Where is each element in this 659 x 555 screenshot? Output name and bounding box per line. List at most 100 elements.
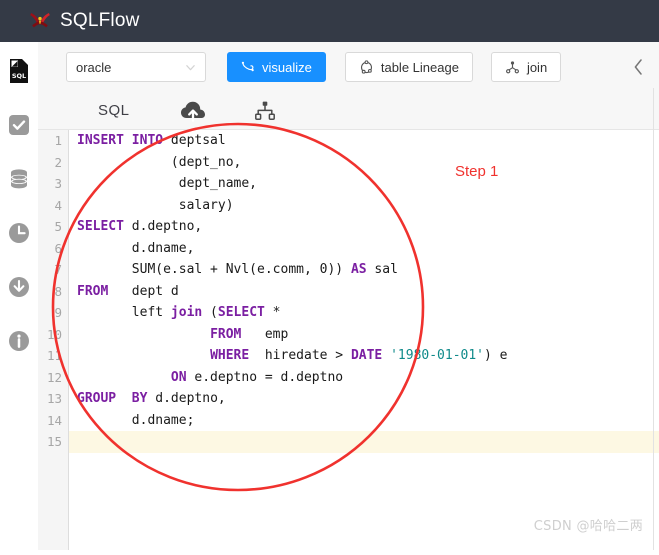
collapse-panel-button[interactable] <box>625 54 651 80</box>
database-type-select[interactable]: oracle <box>66 52 206 82</box>
table-lineage-icon <box>359 60 374 75</box>
sql-text: sal <box>367 262 398 277</box>
sql-file-icon[interactable]: SQL <box>6 58 32 84</box>
sql-text: SUM(e.sal + Nvl(e.comm, 0)) <box>77 262 351 277</box>
sql-string: '1980-01-01' <box>390 348 484 363</box>
sql-text: dept d <box>108 284 178 299</box>
download-circle-icon[interactable] <box>6 274 32 300</box>
line-number: 6 <box>38 238 68 260</box>
table-lineage-button[interactable]: table Lineage <box>345 52 473 82</box>
chevron-down-icon <box>185 62 196 73</box>
sql-keyword: BY <box>132 391 148 406</box>
code-line[interactable]: WHERE hiredate > DATE '1980-01-01') e <box>69 345 659 367</box>
sql-keyword: ON <box>171 370 187 385</box>
line-number: 12 <box>38 367 68 389</box>
sql-tab[interactable]: SQL <box>98 96 130 126</box>
code-line[interactable]: FROM dept d <box>69 281 659 303</box>
app-header: SQLFlow <box>0 0 659 42</box>
sql-keyword: FROM <box>77 284 108 299</box>
database-icon[interactable] <box>6 166 32 192</box>
sql-keyword: INSERT INTO <box>77 133 163 148</box>
sql-text <box>77 327 210 342</box>
table-lineage-button-label: table Lineage <box>381 60 459 75</box>
hierarchy-tree-icon <box>254 100 276 122</box>
line-number: 7 <box>38 259 68 281</box>
info-circle-icon[interactable] <box>6 328 32 354</box>
line-number: 2 <box>38 152 68 174</box>
sql-text: * <box>265 305 281 320</box>
code-line[interactable]: SUM(e.sal + Nvl(e.comm, 0)) AS sal <box>69 259 659 281</box>
sql-keyword: AS <box>351 262 367 277</box>
sql-text: d.deptno, <box>124 219 202 234</box>
join-button[interactable]: join <box>491 52 561 82</box>
sql-text: deptsal <box>163 133 226 148</box>
sql-text: dept_name, <box>77 176 257 191</box>
sql-keyword: GROUP <box>77 391 116 406</box>
sql-text: ( <box>202 305 218 320</box>
line-number: 13 <box>38 388 68 410</box>
app-title: SQLFlow <box>60 10 140 32</box>
join-graph-icon <box>505 60 520 75</box>
code-line[interactable]: ON e.deptno = d.deptno <box>69 367 659 389</box>
toolbar-secondary: SQL <box>38 92 659 130</box>
database-type-value: oracle <box>76 60 111 75</box>
sql-keyword: SELECT <box>77 219 124 234</box>
sqlflow-logo-icon <box>28 9 52 33</box>
code-line[interactable]: SELECT d.deptno, <box>69 216 659 238</box>
code-line[interactable]: dept_name, <box>69 173 659 195</box>
sql-keyword: FROM <box>210 327 241 342</box>
clock-icon[interactable] <box>6 220 32 246</box>
line-number: 5 <box>38 216 68 238</box>
lineage-graph-button[interactable] <box>254 96 276 126</box>
code-line[interactable]: (dept_no, <box>69 152 659 174</box>
sql-text: (dept_no, <box>77 155 241 170</box>
panel-right-edge <box>653 88 654 550</box>
brand: SQLFlow <box>28 9 140 33</box>
check-square-icon[interactable] <box>6 112 32 138</box>
sql-text <box>77 370 171 385</box>
code-line[interactable] <box>69 431 659 453</box>
toolbar-primary: oracle visualize <box>38 42 659 92</box>
editor-gutter: 123456789101112131415 <box>38 130 69 550</box>
line-number: 10 <box>38 324 68 346</box>
editor-code-area[interactable]: INSERT INTO deptsal (dept_no, dept_name,… <box>69 130 659 550</box>
line-number: 11 <box>38 345 68 367</box>
sql-keyword: WHERE <box>210 348 249 363</box>
sql-keyword: join <box>171 305 202 320</box>
sql-text: d.dname, <box>77 241 194 256</box>
sql-editor[interactable]: 123456789101112131415 INSERT INTO deptsa… <box>38 130 659 550</box>
sql-text: d.deptno, <box>147 391 225 406</box>
upload-sql-button[interactable] <box>180 96 206 126</box>
sql-text <box>116 391 132 406</box>
sql-text: ) e <box>484 348 507 363</box>
sql-text <box>382 348 390 363</box>
sql-tab-label: SQL <box>98 102 130 119</box>
sql-text: e.deptno = d.deptno <box>187 370 344 385</box>
main-panel: oracle visualize <box>38 42 659 550</box>
cloud-upload-icon <box>180 100 206 122</box>
sql-text: salary) <box>77 198 234 213</box>
sql-keyword: DATE <box>351 348 382 363</box>
code-line[interactable]: INSERT INTO deptsal <box>69 130 659 152</box>
code-line[interactable]: d.dname, <box>69 238 659 260</box>
line-number: 15 <box>38 431 68 453</box>
line-number: 9 <box>38 302 68 324</box>
icon-rail: SQL <box>0 42 38 550</box>
sql-text: left <box>77 305 171 320</box>
code-line[interactable]: d.dname; <box>69 410 659 432</box>
sql-keyword: SELECT <box>218 305 265 320</box>
sql-text <box>77 348 210 363</box>
line-number: 1 <box>38 130 68 152</box>
svg-text:SQL: SQL <box>12 72 26 80</box>
watermark: CSDN @哈哈二两 <box>534 515 643 534</box>
code-line[interactable]: FROM emp <box>69 324 659 346</box>
line-number: 8 <box>38 281 68 303</box>
sql-text: emp <box>241 327 288 342</box>
visualize-icon <box>241 60 255 74</box>
line-number: 14 <box>38 410 68 432</box>
sql-text: hiredate > <box>249 348 351 363</box>
code-line[interactable]: left join (SELECT * <box>69 302 659 324</box>
visualize-button[interactable]: visualize <box>227 52 326 82</box>
code-line[interactable]: GROUP BY d.deptno, <box>69 388 659 410</box>
code-line[interactable]: salary) <box>69 195 659 217</box>
